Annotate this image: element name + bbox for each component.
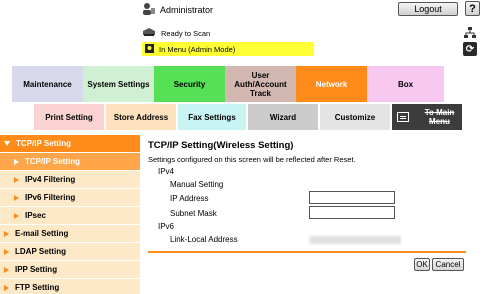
sidebar-item-ftp-setting[interactable]: FTP Setting <box>0 279 140 294</box>
sidebar-item-label: TCP/IP Setting <box>25 157 80 166</box>
ok-button[interactable]: OK <box>414 258 430 271</box>
page-title: TCP/IP Setting(Wireless Setting) <box>148 140 294 151</box>
main-tabs: Maintenance System Settings Security Use… <box>12 66 444 102</box>
to-main-menu-button[interactable]: To Main Menu <box>392 104 462 130</box>
to-main-menu-label: To Main Menu <box>424 108 455 126</box>
user-icon <box>142 2 156 18</box>
scanner-icon <box>142 27 156 39</box>
tab-security[interactable]: Security <box>154 66 225 102</box>
tab-box[interactable]: Box <box>367 66 444 102</box>
tab-user-auth[interactable]: User Auth/Account Track <box>225 66 296 102</box>
sidebar-section-label: TCP/IP Setting <box>16 139 71 148</box>
sub-tabs: Print Setting Store Address Fax Settings… <box>34 104 462 130</box>
sidebar-item-ipsec[interactable]: IPsec <box>0 207 140 225</box>
link-local-label: Link-Local Address <box>170 235 238 244</box>
logout-button[interactable]: Logout <box>398 2 458 16</box>
status-text: Ready to Scan <box>161 28 211 38</box>
sidebar-item-label: LDAP Setting <box>15 247 66 256</box>
triangle-icon <box>4 230 9 237</box>
ipv6-label: IPv6 <box>158 222 175 231</box>
cancel-button[interactable]: Cancel <box>432 258 464 271</box>
sidebar-item-ipv6-filtering[interactable]: IPv6 Filtering <box>0 189 140 207</box>
sidebar: TCP/IP Setting TCP/IP Setting IPv4 Filte… <box>0 135 140 294</box>
sidebar-item-label: IPv4 Filtering <box>25 175 76 184</box>
content-panel: TCP/IP Setting(Wireless Setting) Setting… <box>148 140 480 164</box>
sidebar-item-email-setting[interactable]: E-mail Setting <box>0 225 140 243</box>
subnet-mask-field[interactable] <box>309 206 395 219</box>
tab-print-setting[interactable]: Print Setting <box>34 104 104 130</box>
triangle-icon <box>4 266 9 273</box>
sidebar-item-label: IPv6 Filtering <box>25 193 76 202</box>
sidebar-item-label: E-mail Setting <box>15 229 69 238</box>
mode-text: In Menu (Admin Mode) <box>159 44 236 54</box>
admin-label: Administrator <box>160 5 214 15</box>
divider <box>148 251 466 253</box>
admin-mode-icon <box>144 43 155 56</box>
sidebar-item-label: IPsec <box>25 211 46 220</box>
tab-store-address[interactable]: Store Address <box>106 104 176 130</box>
ip-address-label: IP Address <box>170 194 209 203</box>
tab-fax-settings[interactable]: Fax Settings <box>178 104 246 130</box>
triangle-icon <box>14 194 19 201</box>
reset-notice: Settings configured on this screen will … <box>148 155 356 164</box>
expanded-triangle-icon <box>4 141 10 146</box>
device-status: Ready to Scan <box>142 27 210 39</box>
refresh-icon[interactable]: ⟳ <box>463 42 477 56</box>
tab-system-settings[interactable]: System Settings <box>83 66 154 102</box>
mode-banner: In Menu (Admin Mode) <box>142 42 314 56</box>
link-local-value <box>309 236 401 244</box>
triangle-icon <box>4 248 9 255</box>
tab-maintenance[interactable]: Maintenance <box>12 66 83 102</box>
tab-wizard[interactable]: Wizard <box>248 104 318 130</box>
subnet-mask-label: Subnet Mask <box>170 209 217 218</box>
sidebar-section-tcpip[interactable]: TCP/IP Setting <box>0 135 140 153</box>
tab-network[interactable]: Network <box>296 66 367 102</box>
triangle-icon <box>4 284 9 291</box>
triangle-icon <box>14 158 19 165</box>
help-button[interactable]: ? <box>465 1 480 16</box>
sidebar-item-label: IPP Setting <box>15 265 58 274</box>
network-icon[interactable] <box>463 26 477 40</box>
triangle-icon <box>14 176 19 183</box>
admin-user: Administrator <box>142 2 213 18</box>
menu-icon <box>397 112 409 122</box>
ipv4-label: IPv4 <box>158 167 175 176</box>
triangle-icon <box>14 212 19 219</box>
sidebar-item-tcpip-setting[interactable]: TCP/IP Setting <box>0 153 140 171</box>
sidebar-item-ipp-setting[interactable]: IPP Setting <box>0 261 140 279</box>
sidebar-item-ldap-setting[interactable]: LDAP Setting <box>0 243 140 261</box>
sidebar-item-ipv4-filtering[interactable]: IPv4 Filtering <box>0 171 140 189</box>
manual-setting-label: Manual Setting <box>170 180 224 189</box>
tab-customize[interactable]: Customize <box>320 104 390 130</box>
sidebar-item-label: FTP Setting <box>15 283 60 292</box>
ip-address-field[interactable] <box>309 191 395 204</box>
